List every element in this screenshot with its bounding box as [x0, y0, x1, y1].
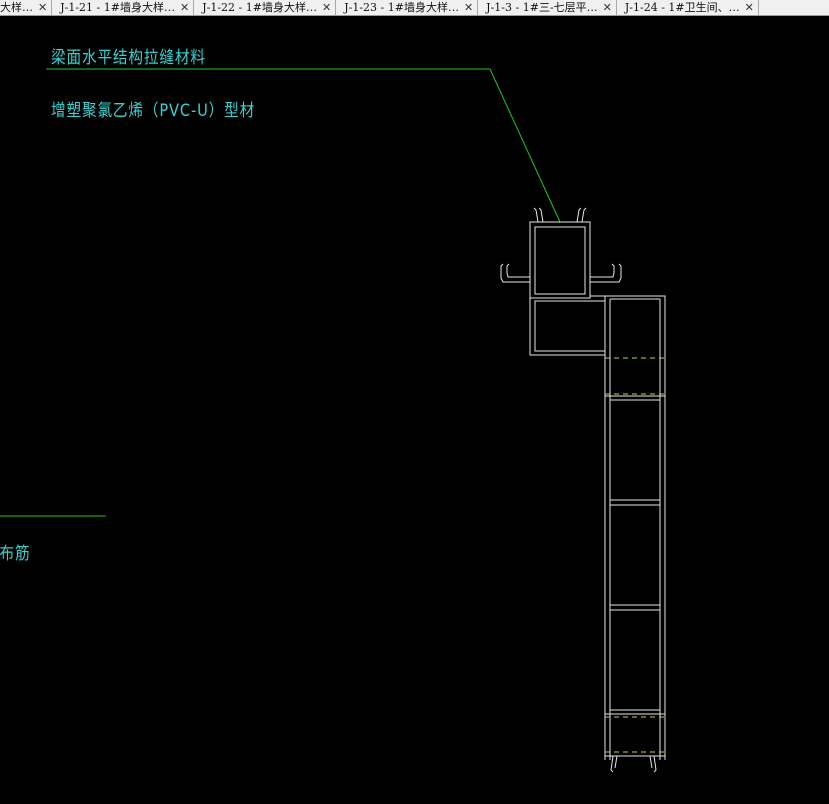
- top-tube-outer: [529, 221, 591, 299]
- top-fin-left: [533, 207, 539, 223]
- drawing-canvas[interactable]: 梁面水平结构拉缝材料 增塑聚氯乙烯（PVC-U）型材 分布筋: [0, 16, 829, 804]
- column-cell-1: [609, 399, 661, 501]
- tab-label: J-1-24 - 1#卫生间、…: [624, 1, 740, 14]
- tab-3[interactable]: J-1-23 - 1#墙身大样… ✕: [336, 0, 479, 15]
- dashed-lines: [605, 357, 665, 753]
- top-fin-left-b: [538, 207, 544, 223]
- wing-right-outer: [590, 263, 622, 283]
- tab-2[interactable]: J-1-22 - 1#墙身大样… ✕: [194, 0, 337, 15]
- tab-label: J-1-21 - 1#墙身大样…: [60, 1, 175, 14]
- tab-0[interactable]: 大样… ✕: [0, 0, 53, 15]
- close-icon[interactable]: ✕: [745, 0, 754, 15]
- close-icon[interactable]: ✕: [38, 0, 47, 15]
- close-icon[interactable]: ✕: [464, 0, 473, 15]
- close-icon[interactable]: ✕: [322, 0, 331, 15]
- annotation-label-1: 梁面水平结构拉缝材料: [51, 48, 206, 68]
- wing-right-inner: [590, 263, 615, 278]
- lower-l-outer: [529, 295, 666, 760]
- document-tab-bar: 大样… ✕ J-1-21 - 1#墙身大样… ✕ J-1-22 - 1#墙身大样…: [0, 0, 829, 16]
- tab-5[interactable]: J-1-24 - 1#卫生间、… ✕: [616, 0, 759, 15]
- tab-label: J-1-3 - 1#三-七层平…: [486, 1, 598, 14]
- top-tube-inner: [534, 226, 586, 295]
- column-cell-2: [609, 504, 661, 606]
- wing-left-outer: [500, 263, 530, 283]
- bottom-fin-left-b: [614, 755, 618, 769]
- tab-1[interactable]: J-1-21 - 1#墙身大样… ✕: [52, 0, 195, 15]
- column-cell-3: [609, 609, 661, 711]
- annotation-label-3: 分布筋: [0, 544, 31, 564]
- annotation-label-2: 增塑聚氯乙烯（PVC-U）型材: [51, 101, 256, 121]
- leader-line-top: [46, 68, 561, 223]
- top-fin-right: [576, 207, 582, 223]
- lower-left-cell: [534, 300, 606, 352]
- bottom-fin-right: [653, 755, 657, 773]
- tab-label: 大样…: [0, 1, 33, 14]
- cad-drawing: [0, 68, 666, 773]
- leader-lines: [0, 68, 561, 517]
- bottom-fin-right-b: [649, 755, 653, 769]
- close-icon[interactable]: ✕: [603, 0, 612, 15]
- tab-label: J-1-22 - 1#墙身大样…: [202, 1, 317, 14]
- wing-left-inner: [506, 263, 530, 278]
- tab-label: J-1-23 - 1#墙身大样…: [344, 1, 459, 14]
- pvc-profile: [500, 207, 666, 773]
- close-icon[interactable]: ✕: [180, 0, 189, 15]
- top-fin-right-b: [581, 207, 587, 223]
- tab-4[interactable]: J-1-3 - 1#三-七层平… ✕: [478, 0, 617, 15]
- bottom-fin-left: [610, 755, 614, 773]
